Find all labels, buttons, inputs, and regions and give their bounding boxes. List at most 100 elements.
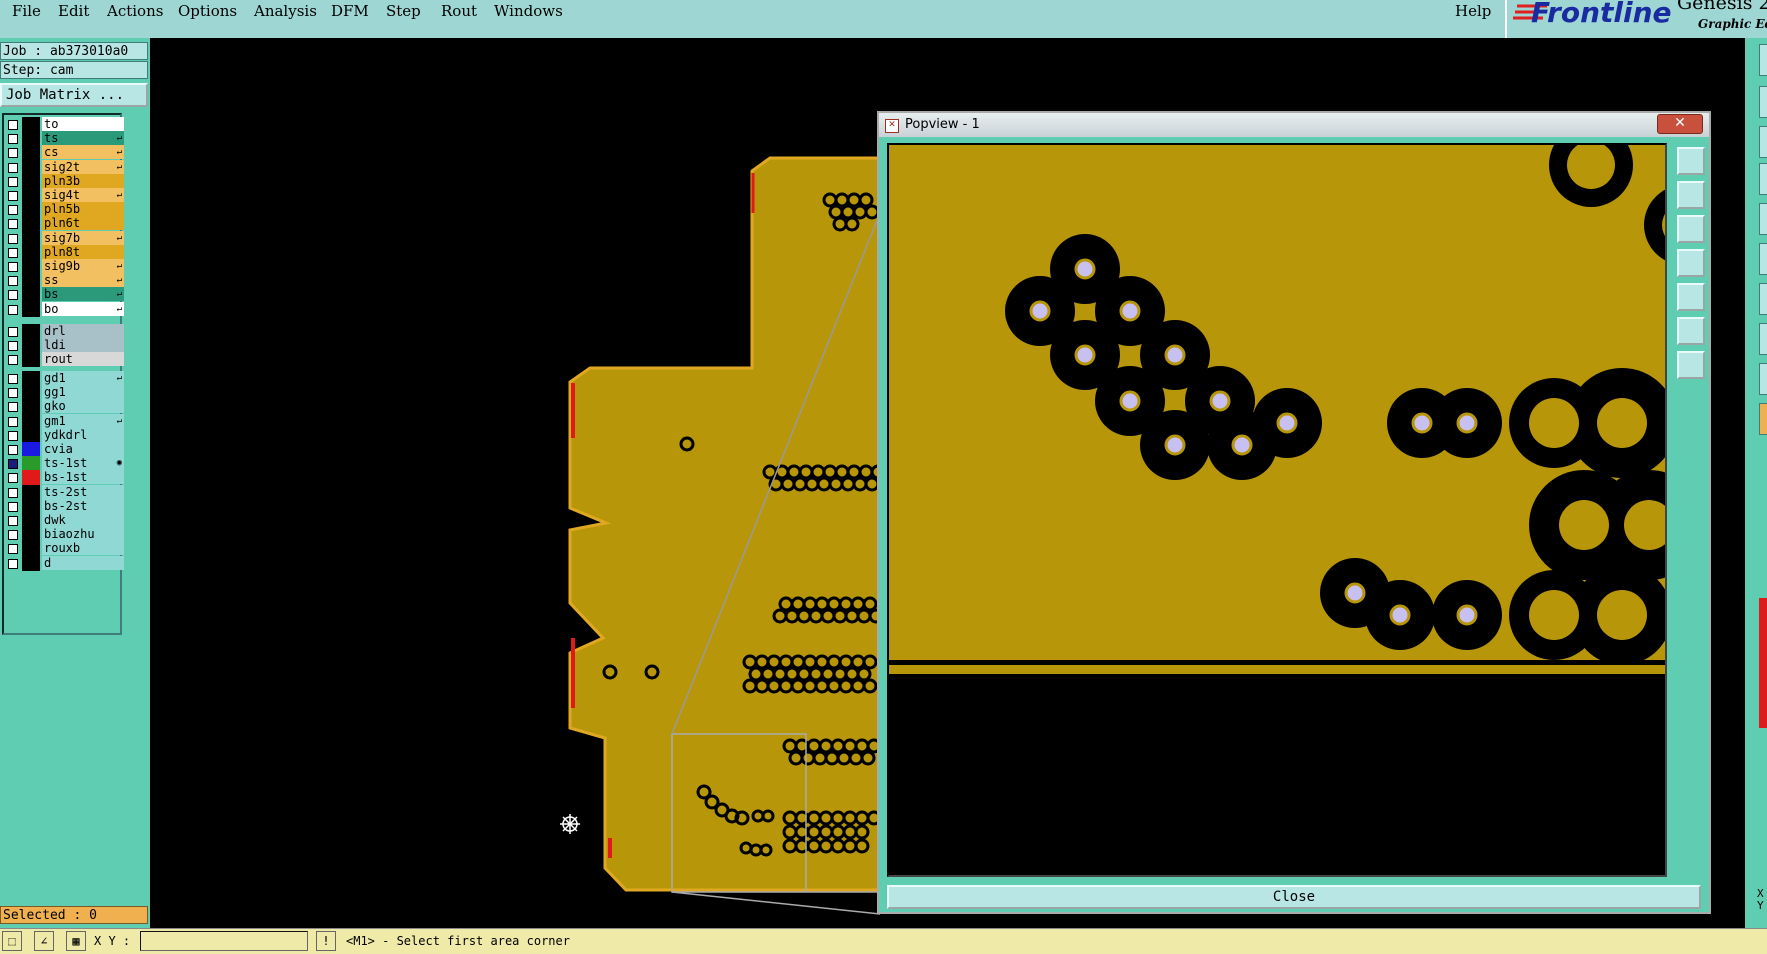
layer-name[interactable]: to <box>42 117 124 131</box>
layer-color-swatch[interactable] <box>22 145 40 161</box>
layer-row-pln5b[interactable]: pln5b <box>6 202 124 218</box>
layer-name[interactable]: ts-2st <box>42 484 124 499</box>
menu-actions[interactable]: Actions <box>107 2 163 20</box>
layer-row-d[interactable]: d <box>6 555 124 571</box>
layer-checkbox[interactable] <box>8 290 18 301</box>
layer-row-gm1[interactable]: gm1 ↵ <box>6 413 124 429</box>
layer-row-ss[interactable]: ss ↵ <box>6 273 124 289</box>
layer-name[interactable]: pln3b <box>42 173 124 188</box>
job-matrix-button[interactable]: Job Matrix ... <box>0 83 148 107</box>
layer-color-swatch[interactable] <box>22 456 40 472</box>
layer-row-bs-2st[interactable]: bs-2st <box>6 498 124 514</box>
menu-options[interactable]: Options <box>178 2 237 20</box>
right-tool-button[interactable] <box>1759 283 1767 315</box>
layer-color-swatch[interactable] <box>22 216 40 232</box>
layer-color-swatch[interactable] <box>22 188 40 203</box>
right-tool-button[interactable] <box>1759 363 1767 395</box>
layer-row-ts-1st[interactable]: ts-1st ◉ <box>6 456 124 472</box>
layer-row-ydkdrl[interactable]: ydkdrl <box>6 427 124 443</box>
layer-row-rout[interactable]: rout <box>6 352 124 368</box>
alert-icon[interactable]: ! <box>316 931 336 951</box>
layer-name[interactable]: rouxb <box>42 541 124 556</box>
right-tool-button[interactable] <box>1759 403 1767 435</box>
layer-color-swatch[interactable] <box>22 338 40 354</box>
layer-color-swatch[interactable] <box>22 399 40 415</box>
window-close-button[interactable]: ✕ <box>1657 114 1703 134</box>
layer-color-swatch[interactable] <box>22 352 40 368</box>
layer-checkbox[interactable] <box>8 205 18 216</box>
layer-checkbox[interactable] <box>8 191 18 201</box>
layer-row-pln8t[interactable]: pln8t <box>6 244 124 260</box>
layer-color-swatch[interactable] <box>22 131 40 147</box>
layer-name[interactable]: sig9b ↵ <box>42 259 124 273</box>
layer-name[interactable]: gd1 ↵ <box>42 371 124 385</box>
right-tool-button[interactable] <box>1759 203 1767 235</box>
layer-checkbox[interactable] <box>8 247 18 258</box>
layer-row-pln6t[interactable]: pln6t <box>6 216 124 232</box>
layer-checkbox[interactable] <box>8 120 18 130</box>
layer-checkbox[interactable] <box>8 530 18 541</box>
layer-checkbox[interactable] <box>8 327 18 337</box>
layer-row-ts[interactable]: ts ↵ <box>6 131 124 147</box>
popview-tool-4-icon[interactable] <box>1677 249 1705 277</box>
layer-checkbox[interactable] <box>8 355 18 366</box>
popview-tool-5-icon[interactable] <box>1677 283 1705 311</box>
layer-row-drl[interactable]: drl <box>6 324 124 339</box>
layer-checkbox[interactable] <box>8 416 18 427</box>
layer-row-cs[interactable]: cs ↵ <box>6 145 124 161</box>
layer-row-sig7b[interactable]: sig7b ↵ <box>6 230 124 246</box>
layer-checkbox[interactable] <box>8 501 18 512</box>
layer-checkbox[interactable] <box>8 374 18 384</box>
layer-name[interactable]: bs-1st <box>42 470 124 485</box>
menu-dfm[interactable]: DFM <box>331 2 369 20</box>
layer-row-bo[interactable]: bo ↵ <box>6 301 124 317</box>
measure-tool-icon[interactable]: ∠ <box>34 931 54 951</box>
layer-checkbox[interactable] <box>8 516 18 526</box>
menu-help[interactable]: Help <box>1455 2 1491 20</box>
layer-row-rouxb[interactable]: rouxb <box>6 541 124 557</box>
layer-row-pln3b[interactable]: pln3b <box>6 173 124 189</box>
popview-close-button[interactable]: Close <box>887 885 1701 909</box>
right-tool-button[interactable] <box>1759 44 1767 76</box>
grid-tool-icon[interactable]: ▦ <box>66 931 86 951</box>
layer-checkbox[interactable] <box>8 402 18 413</box>
layer-name[interactable]: bs-2st <box>42 498 124 513</box>
menu-file[interactable]: File <box>12 2 41 20</box>
layer-name[interactable]: gm1 ↵ <box>42 413 124 428</box>
right-tool-button[interactable] <box>1759 126 1767 158</box>
right-tool-button[interactable] <box>1759 243 1767 275</box>
layer-checkbox[interactable] <box>8 233 18 244</box>
layer-color-swatch[interactable] <box>22 173 40 189</box>
popview-canvas[interactable] <box>887 143 1667 877</box>
layer-name[interactable]: pln5b <box>42 202 124 217</box>
layer-name[interactable]: gko <box>42 399 124 414</box>
menu-step[interactable]: Step <box>386 2 421 20</box>
popview-tool-2-icon[interactable] <box>1677 181 1705 209</box>
layer-color-swatch[interactable] <box>22 527 40 543</box>
layer-color-swatch[interactable] <box>22 287 40 303</box>
layer-row-bs-1st[interactable]: bs-1st <box>6 470 124 486</box>
layer-checkbox[interactable] <box>8 430 18 441</box>
layer-row-biaozhu[interactable]: biaozhu <box>6 527 124 543</box>
layer-color-swatch[interactable] <box>22 470 40 486</box>
layer-color-swatch[interactable] <box>22 244 40 260</box>
layer-color-swatch[interactable] <box>22 324 40 339</box>
layer-color-swatch[interactable] <box>22 427 40 443</box>
layer-name[interactable]: biaozhu <box>42 527 124 542</box>
layer-name[interactable]: d <box>42 555 124 570</box>
layer-checkbox[interactable] <box>8 473 18 484</box>
layer-color-swatch[interactable] <box>22 259 40 274</box>
layer-color-swatch[interactable] <box>22 555 40 571</box>
popview-tool-1-icon[interactable] <box>1677 147 1705 175</box>
xy-input[interactable] <box>140 931 308 951</box>
right-tool-button[interactable] <box>1759 86 1767 118</box>
layer-row-gg1[interactable]: gg1 <box>6 385 124 401</box>
layer-color-swatch[interactable] <box>22 385 40 401</box>
layer-checkbox[interactable] <box>8 148 18 159</box>
layer-name[interactable]: sig7b ↵ <box>42 230 124 245</box>
layer-name[interactable]: dwk <box>42 513 124 527</box>
layer-name[interactable]: ts ↵ <box>42 131 124 146</box>
menu-rout[interactable]: Rout <box>441 2 477 20</box>
popview-zoom-fit-icon[interactable] <box>1677 317 1705 345</box>
popview-tool-3-icon[interactable] <box>1677 215 1705 243</box>
